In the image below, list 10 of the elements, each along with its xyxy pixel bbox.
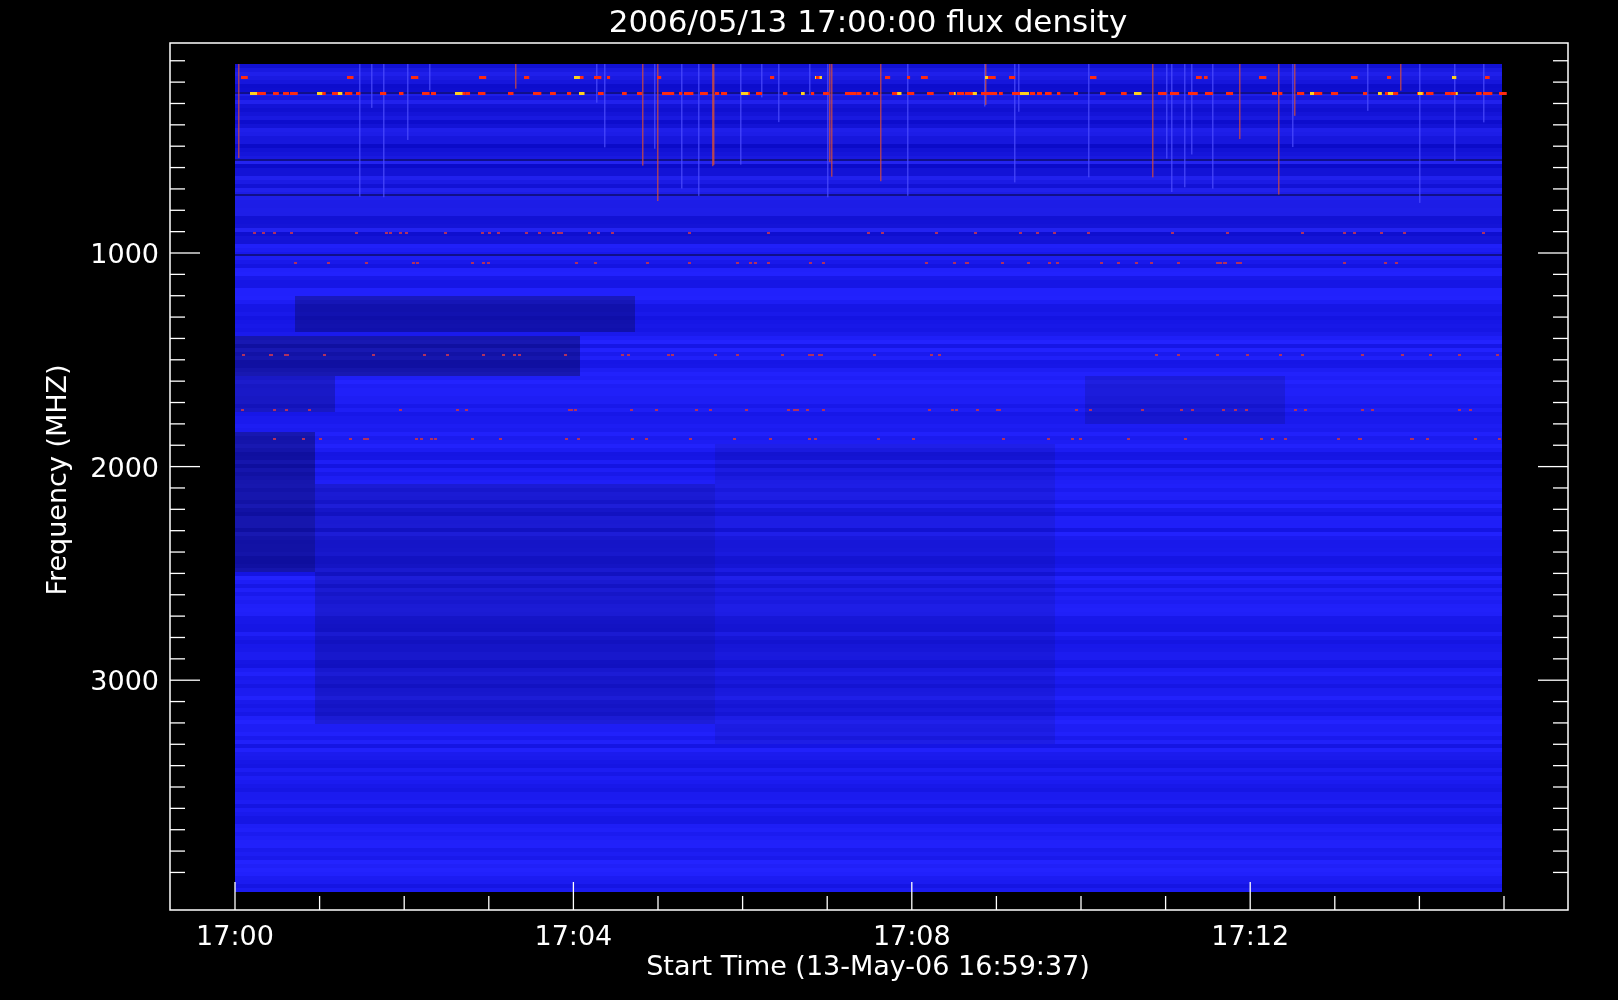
x-tick-label: 17:04 xyxy=(534,920,613,951)
y-tick-label: 1000 xyxy=(90,238,159,269)
x-tick-label: 17:00 xyxy=(196,920,274,951)
y-tick-label: 3000 xyxy=(90,665,159,697)
y-tick-label: 2000 xyxy=(90,451,159,483)
x-tick-label: 17:08 xyxy=(872,920,951,951)
chart-title: 2006/05/13 17:00:00 flux density xyxy=(608,3,1128,39)
x-tick-label: 17:12 xyxy=(1211,920,1290,951)
x-axis-label: Start Time (13-May-06 16:59:37) xyxy=(646,950,1090,981)
y-axis-label: Frequency (MHZ) xyxy=(41,364,72,596)
